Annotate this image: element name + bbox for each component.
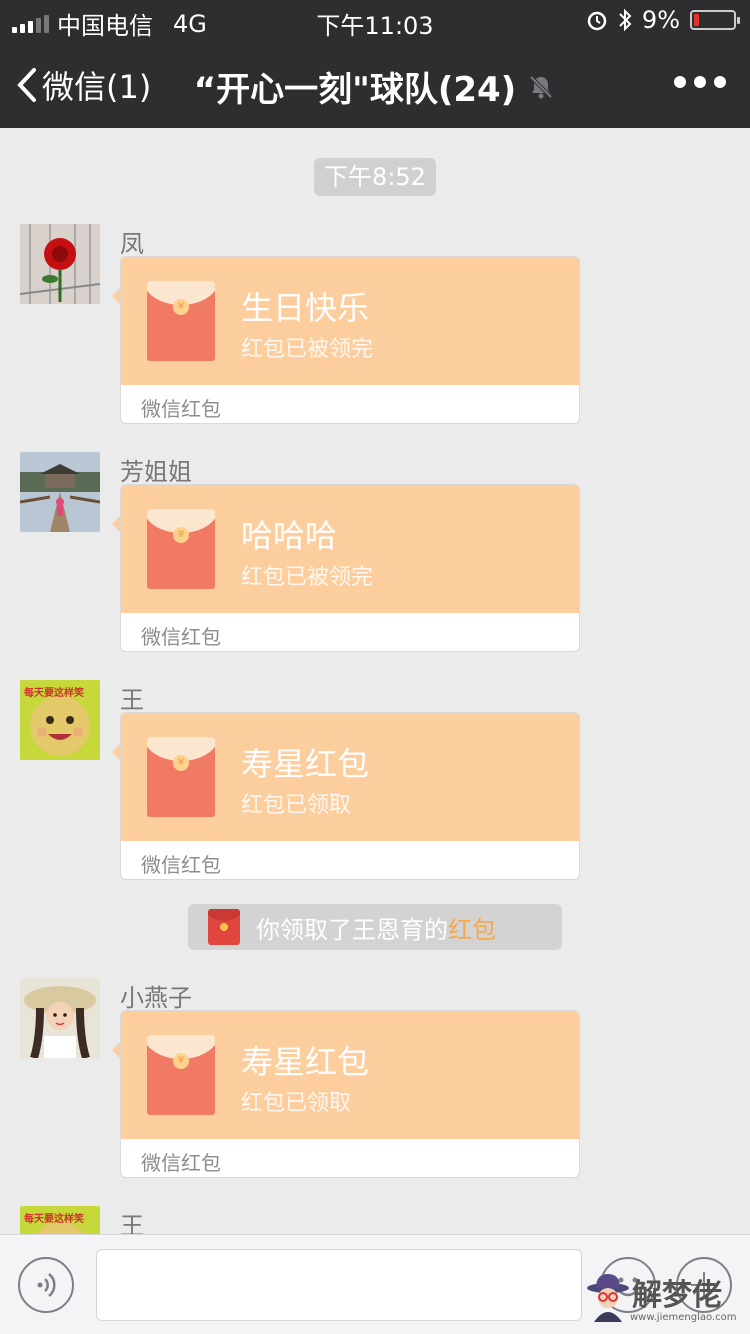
avatar[interactable]: 每天要这样笑: [20, 680, 100, 760]
avatar[interactable]: [20, 978, 100, 1058]
sender-name: 王: [120, 1212, 144, 1234]
avatar-caption: 每天要这样笑: [24, 1214, 84, 1225]
packet-footer: 微信红包: [141, 397, 221, 421]
red-packet[interactable]: ¥ 哈哈哈 红包已被领完 微信红包: [120, 484, 580, 652]
watermark-text: 解梦佬: [632, 1278, 722, 1313]
nav-bar: 微信(1) “开心一刻"球队(24): [0, 40, 750, 128]
watermark: 解梦佬 www.jiemenglao.com: [586, 1270, 746, 1330]
red-packet[interactable]: ¥ 寿星红包 红包已领取 微信红包: [120, 1010, 580, 1178]
red-envelope-icon: ¥: [147, 509, 215, 589]
packet-status: 红包已领取: [241, 1091, 352, 1116]
detective-logo-icon: [587, 1274, 629, 1322]
alarm-icon: [587, 11, 607, 31]
packet-footer: 微信红包: [141, 1151, 221, 1175]
red-envelope-icon: [208, 909, 240, 945]
system-message-text: 你领取了王恩育的: [256, 915, 448, 944]
packet-title: 寿星红包: [241, 1043, 370, 1081]
packet-footer: 微信红包: [141, 853, 221, 877]
bluetooth-icon: [619, 8, 632, 32]
avatar[interactable]: [20, 224, 100, 304]
system-message: 你领取了王恩育的红包: [188, 904, 562, 950]
status-bar: 中国电信 4G 下午11:03 9%: [0, 0, 750, 40]
avatar[interactable]: 每天要这样笑: [20, 1206, 100, 1234]
packet-footer: 微信红包: [141, 625, 221, 649]
battery-percent: 9%: [641, 6, 680, 34]
message-input[interactable]: [96, 1249, 582, 1321]
red-packet-link[interactable]: 红包: [448, 916, 496, 944]
more-dot: [694, 76, 706, 88]
packet-status: 红包已领取: [241, 793, 352, 818]
packet-status: 红包已被领完: [241, 565, 374, 590]
sender-name: 小燕子: [120, 984, 192, 1012]
sender-name: 王: [120, 686, 144, 714]
watermark-url: www.jiemenglao.com: [630, 1312, 737, 1323]
more-button[interactable]: [674, 76, 726, 88]
avatar-caption: 每天要这样笑: [24, 688, 84, 699]
mute-bell-icon: [529, 75, 553, 98]
more-dot: [674, 76, 686, 88]
red-packet[interactable]: ¥ 生日快乐 红包已被领完 微信红包: [120, 256, 580, 424]
chat-area[interactable]: 下午8:52 凤 ¥ 生日快乐 红包已被领完 微信红包 芳姐姐 ¥ 哈哈哈 红包…: [0, 128, 750, 1234]
sender-name: 凤: [120, 230, 144, 258]
chat-timestamp: 下午8:52: [314, 158, 436, 196]
sender-name: 芳姐姐: [120, 458, 192, 486]
battery-icon: [690, 10, 740, 30]
red-envelope-icon: ¥: [147, 1035, 215, 1115]
red-envelope-icon: ¥: [147, 281, 215, 361]
packet-title: 寿星红包: [241, 745, 370, 783]
red-envelope-icon: ¥: [147, 737, 215, 817]
packet-status: 红包已被领完: [241, 337, 374, 362]
packet-title: 生日快乐: [241, 289, 370, 327]
more-dot: [714, 76, 726, 88]
chat-title: “开心一刻"球队(24): [193, 70, 517, 110]
packet-title: 哈哈哈: [241, 517, 338, 555]
avatar[interactable]: [20, 452, 100, 532]
voice-icon: [37, 1273, 56, 1297]
red-packet[interactable]: ¥ 寿星红包 红包已领取 微信红包: [120, 712, 580, 880]
voice-button[interactable]: [18, 1257, 74, 1313]
